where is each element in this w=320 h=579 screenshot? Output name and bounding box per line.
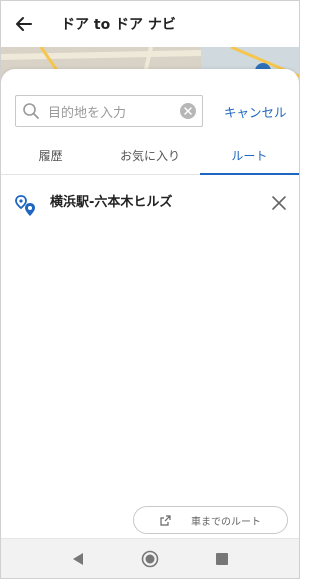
cancel-button[interactable]: キャンセル (224, 102, 287, 121)
nav-recent-button[interactable] (186, 539, 258, 579)
back-arrow-icon (16, 17, 32, 31)
nav-back-button[interactable] (42, 539, 114, 579)
tab-routes[interactable]: ルート (199, 141, 299, 175)
tab-favorites[interactable]: お気に入り (100, 141, 199, 174)
nav-back-icon (73, 552, 83, 565)
route-list-item[interactable]: 横浜駅-六本木ヒルズ (1, 179, 299, 225)
search-input[interactable]: 目的地を入力 (15, 95, 203, 127)
search-icon (23, 103, 39, 119)
nav-recent-icon (216, 552, 228, 565)
nav-home-icon (141, 550, 159, 567)
system-nav-bar (1, 538, 299, 578)
route-label: 横浜駅-六本木ヒルズ (50, 195, 173, 210)
car-route-button[interactable]: 車までのルート (133, 506, 288, 534)
route-pin-icon (15, 195, 35, 216)
clear-button[interactable] (180, 103, 196, 119)
back-button[interactable] (1, 1, 47, 47)
car-route-label: 車までのルート (191, 516, 261, 528)
nav-home-button[interactable] (114, 539, 186, 579)
app-header: ドア to ドア ナビ (1, 1, 299, 47)
app-frame: ドア to ドア ナビ 目的地を入力 キャンセル 履歴 お気に入り ルート 横浜… (0, 0, 300, 579)
search-row: 目的地を入力 キャンセル (15, 95, 289, 127)
clear-icon (184, 107, 192, 115)
page-title: ドア to ドア ナビ (61, 17, 176, 33)
external-link-icon (160, 514, 171, 526)
close-icon[interactable] (269, 193, 289, 213)
search-sheet: 目的地を入力 キャンセル 履歴 お気に入り ルート 横浜駅-六本木ヒルズ 車まで… (1, 69, 299, 539)
search-placeholder: 目的地を入力 (48, 105, 127, 121)
tab-history[interactable]: 履歴 (1, 141, 100, 174)
tab-bar: 履歴 お気に入り ルート (1, 141, 299, 175)
